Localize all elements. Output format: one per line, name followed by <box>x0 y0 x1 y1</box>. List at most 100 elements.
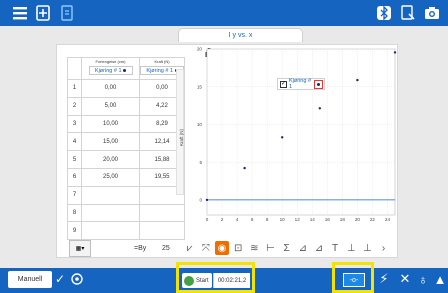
x-tick-label: 20 <box>355 217 361 222</box>
x-tick-label: 10 <box>280 217 286 222</box>
y-tick-label: 5 <box>199 160 202 165</box>
table-row[interactable]: 2 5,00 4,22 <box>67 96 185 116</box>
table-cell[interactable]: 15,00 <box>81 132 140 152</box>
x-tick-label: 4 <box>236 217 239 222</box>
checkmark-icon[interactable]: ✓ <box>55 272 65 286</box>
annotate-icon[interactable]: T <box>328 241 341 255</box>
table-cell[interactable]: 5,00 <box>81 96 140 116</box>
zoom-icon[interactable]: ⤧ <box>199 241 212 255</box>
autoscale-icon[interactable]: ⩗ <box>183 241 196 255</box>
curve-fit-button[interactable]: =By <box>134 245 146 252</box>
curve-fit-icon[interactable]: ⊿ <box>312 241 325 255</box>
data-point <box>243 166 246 170</box>
table-cell[interactable] <box>81 185 140 205</box>
y-tick-label: 10 <box>197 122 203 127</box>
menu-icon[interactable] <box>11 4 29 22</box>
table-cell[interactable]: 10,00 <box>81 114 140 134</box>
x-tick-label: 2 <box>221 217 224 222</box>
graph-tools: ⩗ ⤧ ◉ ⊡ ≋ ⊢ Σ ⊿ ⊿ T ⊥ ⊥ › <box>183 238 393 258</box>
examine-icon[interactable]: ◉ <box>215 241 229 255</box>
export-icon[interactable] <box>399 4 417 22</box>
data-point <box>205 198 209 202</box>
table-cell[interactable]: 25,00 <box>81 167 140 187</box>
top-toolbar <box>0 0 448 26</box>
row-index: 6 <box>67 167 82 187</box>
more-icon[interactable]: › <box>377 241 390 255</box>
x-tick-label: 14 <box>310 217 316 222</box>
y-tick-label: 15 <box>197 84 203 89</box>
table-row[interactable]: 1 0,00 0,00 <box>67 79 185 98</box>
axis-2-icon[interactable]: ⊥ <box>361 241 374 255</box>
keep-button[interactable]: -o- <box>343 273 365 287</box>
device-icon[interactable]: ♁ <box>415 271 431 287</box>
tangent-icon[interactable]: ⊢ <box>264 241 277 255</box>
page-icon[interactable] <box>58 4 76 22</box>
start-circle-icon <box>184 275 194 286</box>
integral-icon[interactable]: Σ <box>280 241 293 255</box>
x-tick-label: 0 <box>206 217 209 222</box>
index-header <box>67 57 82 80</box>
run-label: Kjøring # 1 <box>94 68 122 74</box>
x-tick-label: 24 <box>385 217 391 222</box>
interpolate-icon[interactable]: ≋ <box>248 241 261 255</box>
table-cell[interactable]: 0,00 <box>81 79 140 98</box>
table-body: 1 0,00 0,00 2 5,00 4,22 3 10,00 8,29 4 15,00 12,14 5… <box>67 79 185 241</box>
table-row[interactable]: 9 <box>67 221 185 241</box>
row-index: 8 <box>67 203 82 223</box>
row-index: 2 <box>67 96 82 116</box>
run-label: Kjøring # 1 <box>146 68 174 74</box>
y-tick-label: 20 <box>197 47 203 52</box>
x-tick-label: 18 <box>340 217 346 222</box>
table-row[interactable]: 5 20,00 15,88 <box>67 150 185 169</box>
axis-icon[interactable]: ⊥ <box>345 241 358 255</box>
main-panel: Forlengelse (cm) Kjøring # 1 Kraft (N) K… <box>56 44 398 258</box>
x-tick-label: 8 <box>266 217 269 222</box>
x-tick-label: 16 <box>325 217 331 222</box>
scatter-chart[interactable]: 0 2 4 6 8 10 12 14 16 18 20 22 2405101520 <box>177 45 399 223</box>
rate-icon[interactable]: ▲ <box>432 271 448 287</box>
data-table: Forlengelse (cm) Kjøring # 1 Kraft (N) K… <box>67 57 185 241</box>
start-label: Start <box>196 277 209 284</box>
start-button[interactable]: Start <box>182 273 212 288</box>
row-index: 9 <box>67 221 82 241</box>
table-row[interactable]: 3 10,00 8,29 <box>67 114 185 134</box>
select-icon[interactable]: ⊡ <box>231 241 244 255</box>
table-row[interactable]: 7 <box>67 185 185 205</box>
statistics-icon[interactable]: ⊿ <box>296 241 309 255</box>
legend-checkbox[interactable]: ✓ <box>280 80 287 88</box>
data-point <box>356 78 359 82</box>
data-point <box>318 107 321 110</box>
row-index: 4 <box>67 132 82 152</box>
table-cell[interactable] <box>81 221 140 241</box>
mode-selector[interactable]: Manuell <box>8 271 52 288</box>
add-page-icon[interactable] <box>34 4 52 22</box>
bluetooth-icon[interactable] <box>375 4 393 22</box>
column-header-extension[interactable]: Forlengelse (cm) Kjøring # 1 <box>81 57 140 80</box>
y-tick-label: 0 <box>199 198 202 203</box>
row-index: 5 <box>67 150 82 169</box>
table-row[interactable]: 6 25,00 19,55 <box>67 167 185 187</box>
row-index: 1 <box>67 79 82 98</box>
table-cell[interactable]: 20,00 <box>81 150 140 169</box>
x-tick-label: 6 <box>251 217 254 222</box>
legend-marker-icon[interactable] <box>313 79 323 89</box>
sensor-icon[interactable]: ⚡ <box>376 271 392 287</box>
run-selector[interactable]: Kjøring # 1 <box>88 66 133 75</box>
table-cell[interactable] <box>139 221 185 241</box>
point-marker-icon <box>123 69 127 73</box>
camera-icon[interactable] <box>423 4 441 22</box>
tools-icon[interactable]: ✕ <box>397 271 413 287</box>
table-cell[interactable] <box>81 203 140 223</box>
graph-legend[interactable]: ✓ Kjøring # 1 <box>277 78 325 90</box>
table-menu-button[interactable]: ▦▾ <box>69 240 91 257</box>
timer-display: 00:02:21,2 <box>213 273 250 288</box>
graph-tab[interactable]: I y vs. x <box>178 28 303 42</box>
settings-icon[interactable] <box>70 272 84 286</box>
column-title: Forlengelse (cm) <box>95 59 126 64</box>
table-row[interactable]: 8 <box>67 203 185 223</box>
formula-suffix: 25 <box>162 245 170 252</box>
data-point <box>281 136 284 139</box>
x-tick-label: 12 <box>295 217 301 222</box>
row-index: 3 <box>67 114 82 134</box>
table-row[interactable]: 4 15,00 12,14 <box>67 132 185 152</box>
